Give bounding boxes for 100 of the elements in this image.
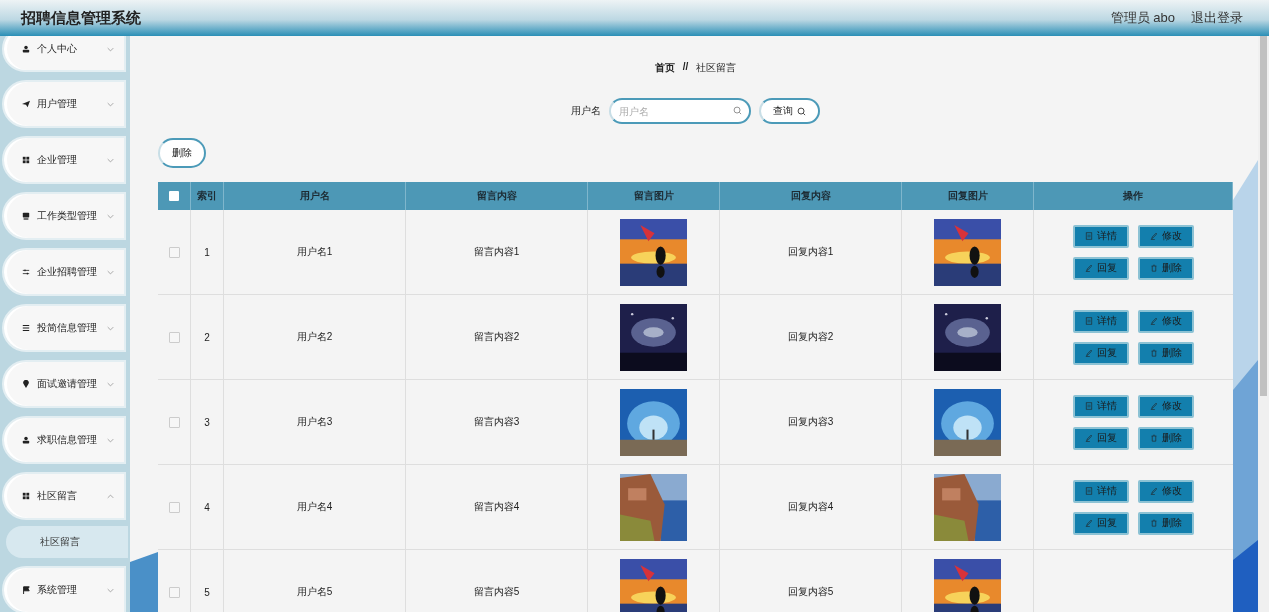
action-button[interactable]: 修改 bbox=[1138, 309, 1194, 333]
grid-icon bbox=[22, 156, 30, 164]
menu-item[interactable]: 工作类型管理 bbox=[2, 192, 126, 240]
pencil-icon bbox=[1150, 232, 1158, 240]
delete-button[interactable]: 删除 bbox=[158, 138, 206, 168]
menu-item[interactable]: 投简信息管理 bbox=[2, 304, 126, 352]
field-label: 用户名 bbox=[571, 104, 601, 118]
trash-icon bbox=[1150, 264, 1158, 272]
trash-icon bbox=[1150, 349, 1158, 357]
column-header: 回复内容 bbox=[720, 182, 902, 210]
action-button[interactable]: 修改 bbox=[1138, 479, 1194, 503]
row-checkbox[interactable] bbox=[168, 416, 180, 428]
column-header: 回复图片 bbox=[902, 182, 1034, 210]
menu-item[interactable]: 面试邀请管理 bbox=[2, 360, 126, 408]
document-icon bbox=[1085, 317, 1093, 325]
action-button[interactable]: 删除 bbox=[1138, 511, 1194, 535]
submenu-item[interactable]: 社区留言 bbox=[6, 526, 128, 558]
document-icon bbox=[1085, 402, 1093, 410]
table-cell: 用户名3 bbox=[224, 380, 406, 464]
action-button[interactable]: 详情 bbox=[1073, 309, 1129, 333]
search-button[interactable]: 查询 bbox=[759, 98, 820, 124]
menu-item[interactable]: 用户管理 bbox=[2, 80, 126, 128]
table-cell: 2 bbox=[191, 295, 224, 379]
menu-item[interactable]: 社区留言 bbox=[2, 472, 126, 520]
row-checkbox[interactable] bbox=[168, 586, 180, 598]
person-icon bbox=[22, 45, 30, 53]
action-button[interactable]: 详情 bbox=[1073, 479, 1129, 503]
row-checkbox[interactable] bbox=[168, 501, 180, 513]
table-cell: 留言内容1 bbox=[406, 210, 588, 294]
search-field[interactable]: 用户名 bbox=[609, 98, 751, 124]
pin-icon bbox=[22, 380, 30, 388]
action-button[interactable]: 回复 bbox=[1073, 256, 1129, 280]
trash-icon bbox=[1150, 519, 1158, 527]
action-button[interactable]: 回复 bbox=[1073, 341, 1129, 365]
breadcrumb-separator: // bbox=[682, 61, 689, 73]
table-cell: 用户名2 bbox=[224, 295, 406, 379]
table-cell: 留言内容3 bbox=[406, 380, 588, 464]
menu-item[interactable]: 企业招聘管理 bbox=[2, 248, 126, 296]
menu-item[interactable]: 企业管理 bbox=[2, 136, 126, 184]
table-cell: 回复内容1 bbox=[720, 210, 902, 294]
pencil-icon bbox=[1085, 349, 1093, 357]
trash-icon bbox=[1150, 434, 1158, 442]
action-button[interactable]: 回复 bbox=[1073, 511, 1129, 535]
column-header: 留言图片 bbox=[588, 182, 720, 210]
table-cell: 用户名5 bbox=[224, 550, 406, 612]
column-header: 留言内容 bbox=[406, 182, 588, 210]
grid-icon bbox=[22, 492, 30, 500]
document-icon bbox=[1085, 232, 1093, 240]
action-button[interactable]: 删除 bbox=[1138, 341, 1194, 365]
monitor-icon bbox=[22, 212, 30, 220]
chevron-icon bbox=[107, 46, 114, 52]
table-cell: 回复内容3 bbox=[720, 380, 902, 464]
action-button[interactable]: 修改 bbox=[1138, 224, 1194, 248]
flag-icon bbox=[22, 586, 30, 594]
action-button[interactable]: 详情 bbox=[1073, 394, 1129, 418]
column-header: 索引 bbox=[191, 182, 224, 210]
table-cell: 5 bbox=[191, 550, 224, 612]
menu-item[interactable]: 求职信息管理 bbox=[2, 416, 126, 464]
scrollbar[interactable] bbox=[1258, 36, 1269, 612]
chevron-icon bbox=[107, 381, 114, 387]
pencil-icon bbox=[1150, 402, 1158, 410]
pencil-icon bbox=[1085, 264, 1093, 272]
user-label: 管理员 abo bbox=[1110, 9, 1175, 27]
action-button[interactable]: 回复 bbox=[1073, 426, 1129, 450]
pencil-icon bbox=[1085, 434, 1093, 442]
table-cell: 留言内容2 bbox=[406, 295, 588, 379]
logout-link[interactable]: 退出登录 bbox=[1191, 9, 1243, 27]
table-cell: 回复内容2 bbox=[720, 295, 902, 379]
table-cell: 用户名1 bbox=[224, 210, 406, 294]
chevron-icon bbox=[107, 325, 114, 331]
sliders-icon bbox=[22, 268, 30, 276]
chevron-icon bbox=[107, 269, 114, 275]
column-header: 用户名 bbox=[224, 182, 406, 210]
breadcrumb-link[interactable]: 首页 bbox=[654, 61, 675, 73]
menu-item[interactable]: 个人中心 bbox=[2, 36, 126, 72]
action-button[interactable]: 删除 bbox=[1138, 256, 1194, 280]
action-button[interactable]: 详情 bbox=[1073, 224, 1129, 248]
row-checkbox[interactable] bbox=[168, 331, 180, 343]
pencil-icon bbox=[1150, 317, 1158, 325]
app-title: 招聘信息管理系统 bbox=[21, 8, 141, 28]
action-button[interactable]: 删除 bbox=[1138, 426, 1194, 450]
table-cell: 回复内容5 bbox=[720, 550, 902, 612]
document-icon bbox=[1085, 487, 1093, 495]
action-button[interactable]: 修改 bbox=[1138, 394, 1194, 418]
table-cell: 回复内容4 bbox=[720, 465, 902, 549]
pencil-icon bbox=[1150, 487, 1158, 495]
table-cell: 1 bbox=[191, 210, 224, 294]
row-checkbox[interactable] bbox=[168, 246, 180, 258]
search-icon bbox=[733, 106, 742, 115]
column-header: 操作 bbox=[1034, 182, 1233, 210]
chevron-icon bbox=[107, 213, 114, 219]
select-all-checkbox[interactable] bbox=[169, 191, 179, 201]
chevron-icon bbox=[107, 157, 114, 163]
menu-item[interactable]: 系统管理 bbox=[2, 566, 126, 612]
table-cell: 4 bbox=[191, 465, 224, 549]
list-icon bbox=[22, 324, 30, 332]
breadcrumb-current: 社区留言 bbox=[696, 61, 737, 73]
chevron-icon bbox=[107, 437, 114, 443]
pencil-icon bbox=[1085, 519, 1093, 527]
paper-plane-icon bbox=[22, 100, 30, 108]
